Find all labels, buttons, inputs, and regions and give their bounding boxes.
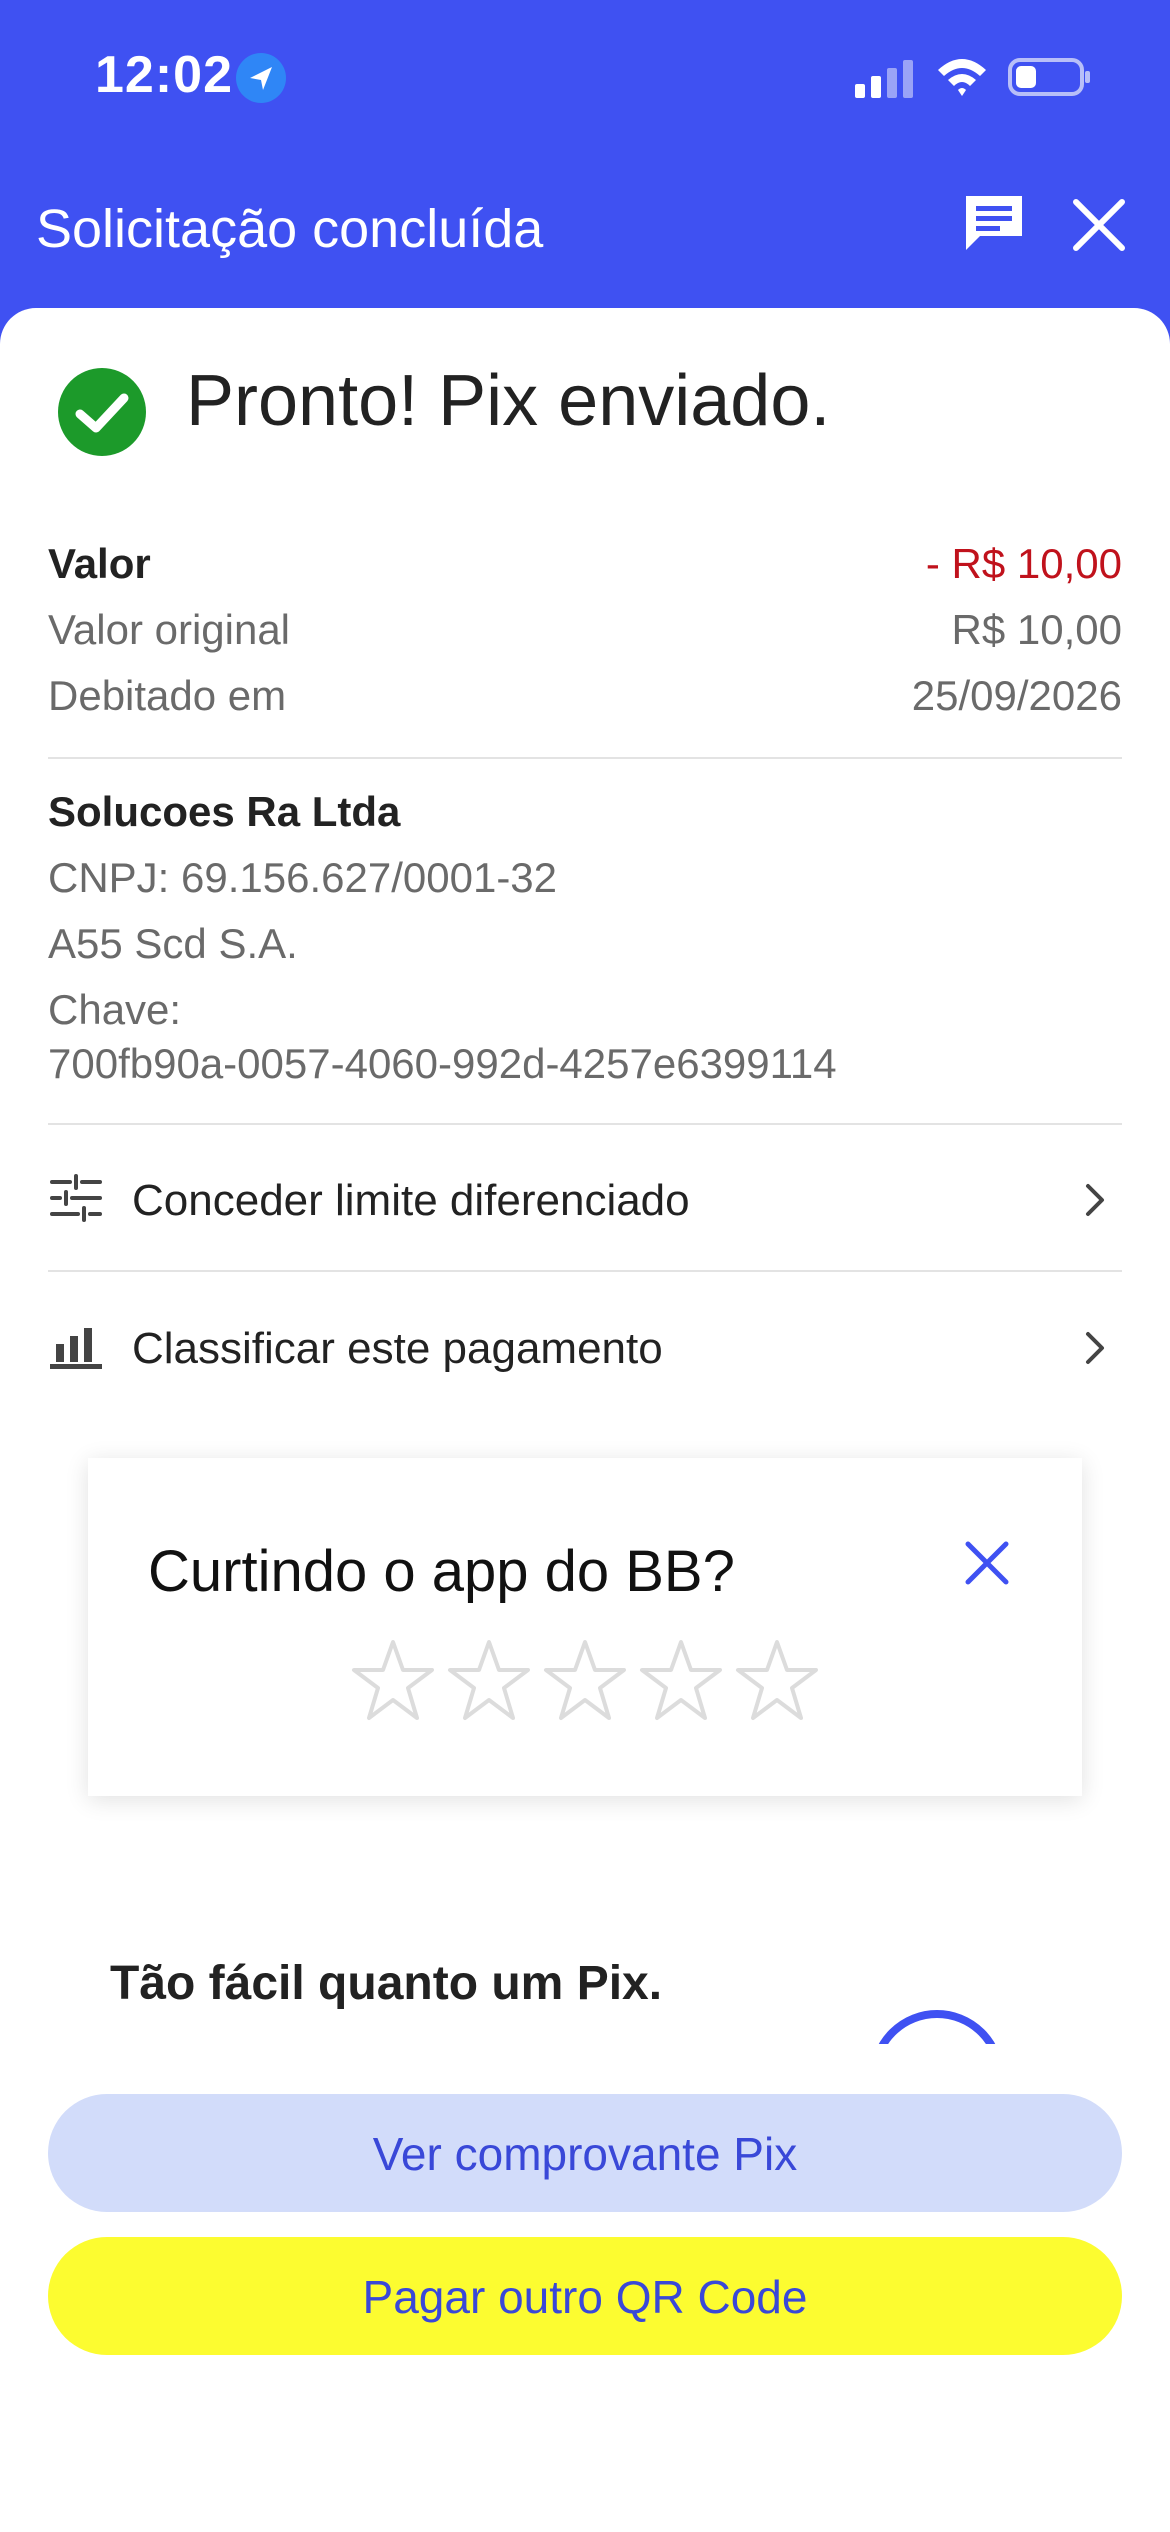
rating-title: Curtindo o app do BB? <box>148 1539 735 1604</box>
chevron-right-icon <box>1086 1184 1104 1216</box>
divider <box>48 1270 1122 1272</box>
payee-name: Solucoes Ra Ltda <box>48 788 401 835</box>
payee-cnpj: CNPJ: 69.156.627/0001-32 <box>48 854 558 901</box>
signal-icon <box>855 60 913 98</box>
star-icon[interactable] <box>542 1638 628 1724</box>
page-title: Solicitação concluída <box>36 199 544 259</box>
footer-actions: Ver comprovante Pix Pagar outro QR Code <box>0 2044 1170 2532</box>
confirmation-message: Pronto! Pix enviado. <box>186 361 831 441</box>
status-bar: 12:02 <box>0 0 1170 150</box>
status-time: 12:02 <box>95 46 233 104</box>
close-icon[interactable] <box>1068 194 1130 256</box>
star-rating <box>350 1638 820 1728</box>
bar-chart-icon <box>50 1328 102 1369</box>
action-grant-limit[interactable]: Conceder limite diferenciado <box>48 1138 1122 1258</box>
star-icon[interactable] <box>446 1638 532 1724</box>
payee-key-value: 700fb90a-0057-4060-992d-4257e6399114 <box>48 1040 837 1087</box>
view-receipt-button[interactable]: Ver comprovante Pix <box>48 2094 1122 2212</box>
divider <box>48 1123 1122 1125</box>
action-label: Conceder limite diferenciado <box>132 1176 690 1225</box>
star-icon[interactable] <box>350 1638 436 1724</box>
star-icon[interactable] <box>734 1638 820 1724</box>
amount-label: Valor <box>48 540 151 587</box>
action-label: Classificar este pagamento <box>132 1324 663 1373</box>
amount-value: - R$ 10,00 <box>925 540 1122 587</box>
promo-text: Tão fácil quanto um Pix. <box>110 1957 663 2010</box>
original-amount-value: R$ 10,00 <box>951 606 1122 653</box>
payee-key-label: Chave: <box>48 986 182 1033</box>
chat-icon[interactable] <box>960 190 1028 258</box>
debit-date-value: 25/09/2026 <box>911 672 1122 719</box>
original-amount-label: Valor original <box>48 606 291 653</box>
action-classify-payment[interactable]: Classificar este pagamento <box>48 1286 1122 1406</box>
close-icon[interactable] <box>962 1538 1012 1588</box>
chevron-right-icon <box>1086 1332 1104 1364</box>
check-circle-icon <box>58 368 146 456</box>
rating-card: Curtindo o app do BB? <box>88 1458 1082 1796</box>
pay-other-qr-button[interactable]: Pagar outro QR Code <box>48 2237 1122 2355</box>
star-icon[interactable] <box>638 1638 724 1724</box>
payee-institution: A55 Scd S.A. <box>48 920 298 967</box>
divider <box>48 757 1122 759</box>
sliders-icon <box>50 1174 102 1222</box>
app-header: Solicitação concluída <box>0 150 1170 300</box>
location-arrow-icon <box>236 53 286 103</box>
battery-icon <box>1008 58 1090 96</box>
wifi-icon <box>938 59 986 96</box>
debit-date-label: Debitado em <box>48 672 287 719</box>
